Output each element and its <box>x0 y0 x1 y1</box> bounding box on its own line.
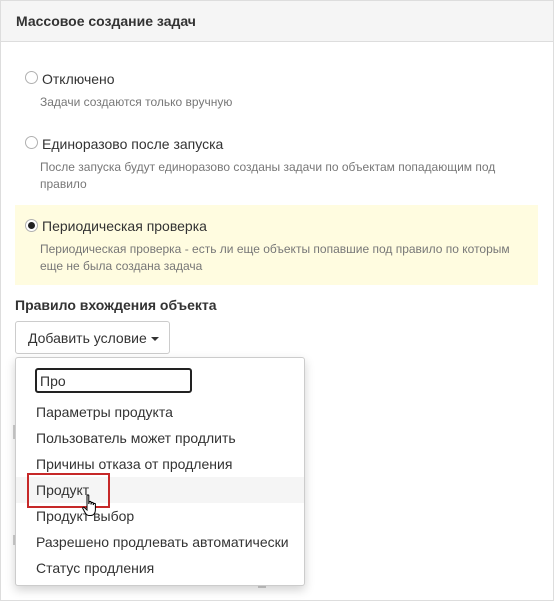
add-condition-button[interactable]: Добавить условие <box>15 321 170 354</box>
option-once[interactable]: Единоразово после запуска После запуска … <box>15 129 538 197</box>
radio-once[interactable] <box>25 136 38 149</box>
menu-item-extension-status[interactable]: Статус продления <box>16 555 304 581</box>
condition-dropdown: Параметры продукта Пользователь может пр… <box>15 357 305 586</box>
option-disabled[interactable]: Отключено Задачи создаются только вручну… <box>15 64 538 116</box>
hidden-control-edge <box>258 586 266 588</box>
option-once-label[interactable]: Единоразово после запуска <box>42 136 223 152</box>
radio-disabled[interactable] <box>25 71 38 84</box>
rule-section-title: Правило вхождения объекта <box>15 297 217 313</box>
radio-periodic[interactable] <box>25 219 38 232</box>
option-once-description: После запуска будут единоразово созданы … <box>40 160 496 191</box>
caret-down-icon <box>150 336 159 341</box>
option-disabled-label[interactable]: Отключено <box>42 71 115 87</box>
panel-title: Массовое создание задач <box>16 13 196 29</box>
option-periodic[interactable]: Периодическая проверка Периодическая про… <box>15 205 538 285</box>
menu-item-product-parameters[interactable]: Параметры продукта <box>16 399 304 425</box>
option-periodic-description: Периодическая проверка - есть ли еще объ… <box>40 242 510 273</box>
menu-item-user-can-extend[interactable]: Пользователь может продлить <box>16 425 304 451</box>
option-periodic-label[interactable]: Периодическая проверка <box>42 218 207 234</box>
condition-search-input[interactable] <box>35 368 192 393</box>
menu-item-auto-extend[interactable]: Разрешено продлевать автоматически <box>16 529 304 555</box>
add-condition-label: Добавить условие <box>28 329 147 346</box>
option-disabled-description: Задачи создаются только вручную <box>40 95 233 109</box>
panel-header: Массовое создание задач <box>1 1 553 42</box>
hand-pointer-icon <box>82 494 96 516</box>
